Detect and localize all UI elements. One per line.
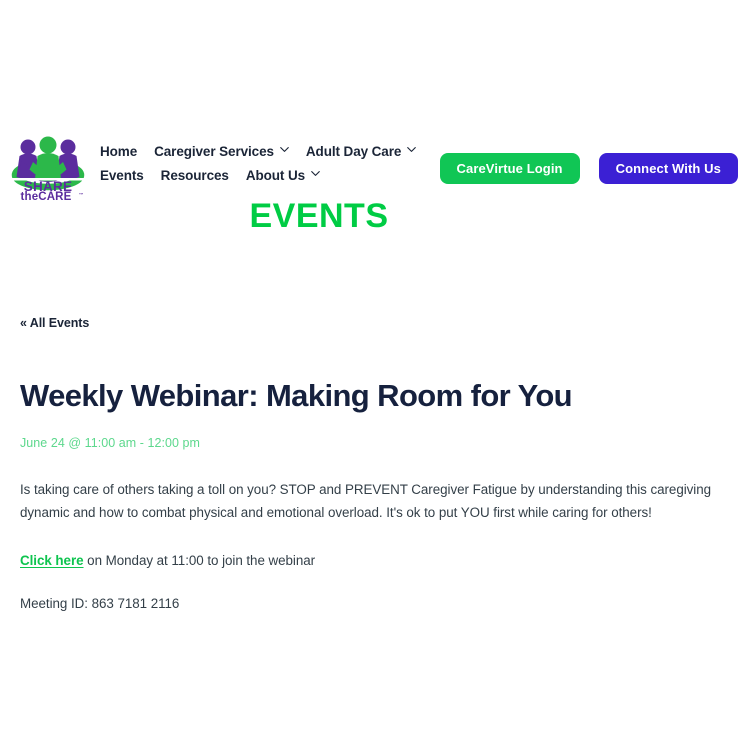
nav-row-2: Events Resources About Us: [100, 167, 460, 183]
nav-item-resources[interactable]: Resources: [160, 167, 229, 183]
nav-item-label: Events: [100, 167, 144, 183]
chevron-down-icon: [311, 170, 320, 179]
event-description: Is taking care of others taking a toll o…: [20, 481, 711, 520]
meeting-id: Meeting ID: 863 7181 2116: [20, 596, 180, 612]
event-detail: « All Events Weekly Webinar: Making Room…: [20, 314, 732, 615]
nav-item-events[interactable]: Events: [100, 167, 144, 183]
chevron-down-icon: [280, 146, 289, 155]
nav-item-adult-day-care[interactable]: Adult Day Care: [305, 144, 417, 159]
nav-item-home[interactable]: Home: [100, 145, 137, 159]
nav-item-label: Caregiver Services: [154, 144, 274, 159]
join-webinar-text: on Monday at 11:00 to join the webinar: [83, 552, 316, 568]
nav-item-label: About Us: [245, 167, 306, 183]
nav-item-caregiver-services[interactable]: Caregiver Services: [154, 145, 289, 159]
nav-row-1: Home Caregiver Services Adult Day Care: [100, 145, 460, 159]
carevirtue-login-button[interactable]: CareVirtue Login: [439, 153, 580, 184]
page-root: SHARE theCARE ™ Home Caregiver Services …: [0, 0, 750, 750]
nav-item-label: Adult Day Care: [305, 144, 402, 159]
click-here-link[interactable]: Click here: [20, 553, 84, 568]
site-logo[interactable]: SHARE theCARE ™: [10, 132, 86, 200]
page-title: EVENTS: [249, 197, 389, 235]
all-events-back-link[interactable]: « All Events: [20, 316, 89, 331]
main-navigation: Home Caregiver Services Adult Day Care E…: [100, 145, 460, 182]
join-webinar-line: Click here on Monday at 11:00 to join th…: [20, 550, 732, 571]
site-header: SHARE theCARE ™ Home Caregiver Services …: [0, 131, 750, 200]
header-actions: CareVirtue Login Connect With Us: [439, 153, 738, 184]
svg-text:™: ™: [79, 192, 84, 197]
event-title: Weekly Webinar: Making Room for You: [20, 378, 573, 413]
nav-item-label: Home: [100, 144, 138, 159]
nav-item-label: Resources: [160, 167, 229, 183]
chevron-down-icon: [407, 146, 417, 155]
share-the-care-logo-icon: SHARE theCARE ™: [10, 136, 86, 200]
connect-with-us-button[interactable]: Connect With Us: [598, 153, 738, 184]
event-datetime: June 24 @ 11:00 am - 12:00 pm: [20, 435, 200, 450]
nav-item-about-us[interactable]: About Us: [245, 167, 320, 183]
